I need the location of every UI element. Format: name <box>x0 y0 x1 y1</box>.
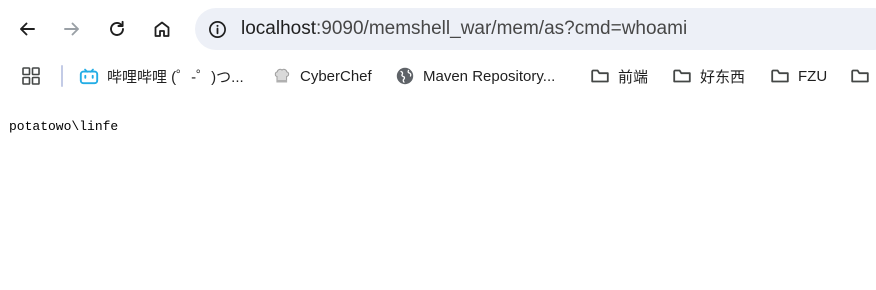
address-bar[interactable]: localhost:9090/memshell_war/mem/as?cmd=w… <box>195 8 876 50</box>
apps-button[interactable] <box>20 65 42 87</box>
home-button[interactable] <box>145 12 179 46</box>
browser-window: localhost:9090/memshell_war/mem/as?cmd=w… <box>0 0 876 290</box>
arrow-left-icon <box>20 22 35 36</box>
bookmark-folder-overflow[interactable] <box>850 62 876 90</box>
folder-icon <box>590 66 610 86</box>
page-content: potatowo\linfe <box>0 97 876 290</box>
bookmark-folder-good-stuff[interactable]: 好东西 <box>672 62 745 90</box>
apps-grid-icon <box>22 67 40 85</box>
bookmarks-bar: 哔哩哔哩 (゜-゜)つ... CyberChef Maven Repositor… <box>0 56 876 96</box>
forward-button[interactable] <box>55 12 89 46</box>
url-path: :9090/memshell_war/mem/as?cmd=whoami <box>316 18 688 39</box>
bookmark-folder-fzu[interactable]: FZU <box>770 62 827 90</box>
command-output-text: potatowo\linfe <box>9 119 119 134</box>
bookmark-label: 哔哩哔哩 (゜-゜)つ... <box>107 68 244 86</box>
bookmark-bilibili[interactable]: 哔哩哔哩 (゜-゜)つ... <box>79 62 244 90</box>
bookmarks-separator <box>61 65 63 87</box>
home-icon <box>154 21 170 37</box>
folder-icon <box>672 66 692 86</box>
folder-icon <box>850 66 870 86</box>
arrow-right-icon <box>64 22 79 36</box>
bookmark-label: CyberChef <box>300 67 372 85</box>
url-text[interactable]: localhost:9090/memshell_war/mem/as?cmd=w… <box>241 8 687 50</box>
url-host: localhost <box>241 18 316 39</box>
bookmark-label: 好东西 <box>700 68 746 86</box>
bookmark-label: 前端 <box>618 68 649 86</box>
bilibili-icon <box>79 66 99 86</box>
folder-icon <box>770 66 790 86</box>
browser-toolbar: localhost:9090/memshell_war/mem/as?cmd=w… <box>0 0 876 56</box>
reload-button[interactable] <box>100 12 134 46</box>
globe-icon <box>395 66 415 86</box>
bookmark-label: Maven Repository... <box>423 67 556 85</box>
site-info-button[interactable] <box>203 15 231 43</box>
bookmark-folder-frontend[interactable]: 前端 <box>590 62 648 90</box>
info-icon <box>208 20 226 38</box>
bookmark-label: FZU <box>798 67 828 85</box>
back-button[interactable] <box>10 12 44 46</box>
bookmark-maven-repository[interactable]: Maven Repository... <box>395 62 555 90</box>
bookmark-cyberchef[interactable]: CyberChef <box>272 62 372 90</box>
reload-icon <box>110 20 124 36</box>
cyberchef-icon <box>272 66 292 86</box>
